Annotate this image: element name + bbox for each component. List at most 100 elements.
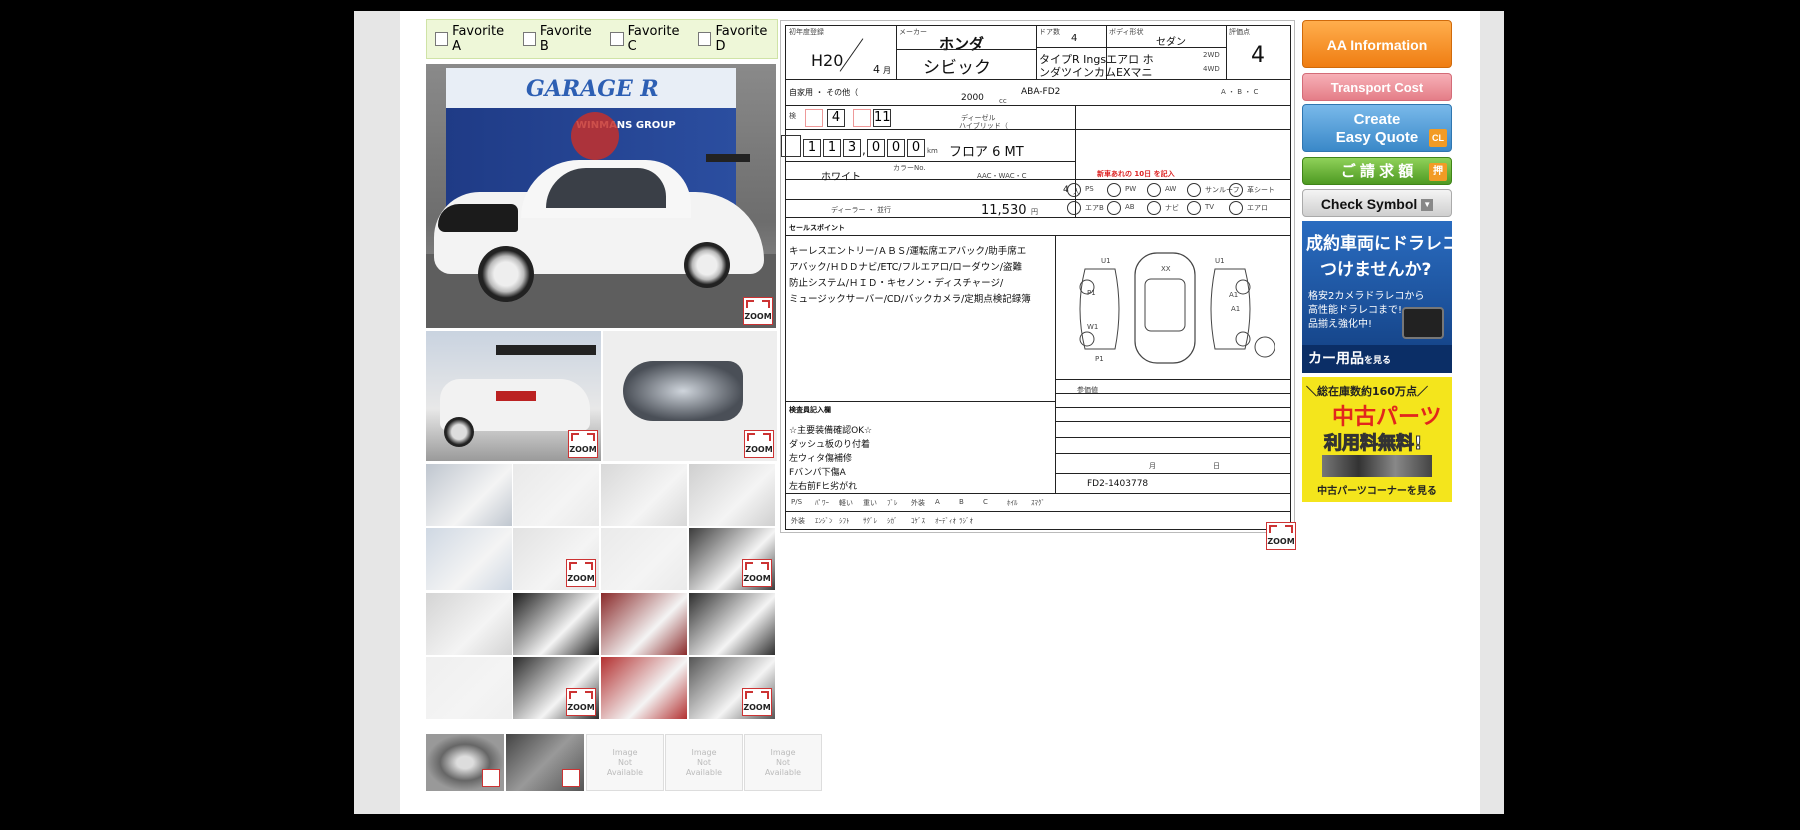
price: 11,530 xyxy=(981,203,1027,218)
create-easy-quote-button[interactable]: Create Easy Quote CL xyxy=(1302,104,1452,152)
photo-thumbnail[interactable] xyxy=(426,464,512,526)
parts-stock-text: ＼総在庫数約160万点／ xyxy=(1306,385,1428,398)
aa-information-button[interactable]: AA Information xyxy=(1302,20,1452,68)
color: ホワイト xyxy=(821,172,861,183)
photo-thumbnail[interactable]: ZOOM xyxy=(689,657,775,719)
photo-thumbnail[interactable] xyxy=(601,657,687,719)
zoom-icon[interactable]: ZOOM xyxy=(566,559,596,587)
shift-type: フロア 6 MT xyxy=(949,145,1024,160)
parts-free-text: 利用料無料! xyxy=(1323,433,1423,455)
equipment-check-icon xyxy=(1107,201,1121,215)
inspection-box xyxy=(853,109,871,127)
usage: 自家用 ・ その他（ xyxy=(789,88,859,97)
zoom-icon[interactable]: ZOOM xyxy=(744,430,774,458)
new-car-note: 新車あれの 10日 を記入 xyxy=(1097,170,1175,178)
dashcam-footer: カー用品を見る xyxy=(1302,345,1452,373)
zoom-icon[interactable]: ZOOM xyxy=(742,559,772,587)
photo-thumbnail[interactable] xyxy=(689,593,775,655)
inspection-day: 11 xyxy=(873,109,891,127)
bottom-check-label: 軽い xyxy=(839,499,853,507)
photo-thumbnail[interactable] xyxy=(513,464,599,526)
photo-thumbnail[interactable]: ZOOM xyxy=(513,528,599,590)
zoom-icon[interactable] xyxy=(482,769,500,787)
dashcam-banner[interactable]: 成約車両にドラレコ つけませんか? 格安2カメラドラレコから 高性能ドラレコまで… xyxy=(1302,221,1452,373)
zoom-icon[interactable]: ZOOM xyxy=(743,297,773,325)
favorite-label: Favorite A xyxy=(452,24,505,54)
favorite-b-toggle[interactable]: Favorite B xyxy=(522,24,601,54)
photo-rear-wing[interactable]: ZOOM xyxy=(426,331,601,461)
photo-thumbnail[interactable] xyxy=(513,593,599,655)
photo-engine[interactable] xyxy=(506,734,584,791)
main-car-photo[interactable]: GARAGE R WINMANS GROUP ZOOM xyxy=(426,64,776,328)
photo-thumbnail[interactable] xyxy=(601,464,687,526)
bottom-check-label: ﾎｲﾙ xyxy=(1007,499,1018,507)
photo-thumbnail[interactable]: ZOOM xyxy=(689,528,775,590)
equipment-label: PS xyxy=(1085,185,1094,193)
bottom-check-label: P/S xyxy=(791,498,803,506)
photo-thumbnail[interactable]: ZOOM xyxy=(513,657,599,719)
hybrid: ハイブリッド（ xyxy=(959,122,1008,130)
favorite-c-toggle[interactable]: Favorite C xyxy=(610,24,688,54)
sales-point-line: 防止システム/ＨＩＤ・キセノン・ディスチャージ/ xyxy=(789,278,1004,289)
quote-badge-icon: CL xyxy=(1429,129,1447,147)
red-logo xyxy=(571,112,619,160)
checkbox[interactable] xyxy=(435,32,449,46)
photo-headlight[interactable]: ZOOM xyxy=(603,331,777,461)
used-parts-banner[interactable]: ＼総在庫数約160万点／ 中古パーツ 利用料無料! 中古パーツコーナーを見る xyxy=(1302,377,1452,502)
check-symbol-button[interactable]: Check Symbol ▼ xyxy=(1302,189,1452,217)
day-label: 日 xyxy=(1213,462,1220,470)
bottom-check-label: A xyxy=(935,498,940,506)
damage-mark: P1 xyxy=(1095,355,1104,363)
bottom-check-label: 外装 xyxy=(791,517,805,525)
equipment-label: ナビ xyxy=(1165,204,1179,212)
photo-thumbnail[interactable] xyxy=(601,593,687,655)
doors-label: ドア数 xyxy=(1039,28,1060,36)
image-not-available: Image Not Available xyxy=(586,734,664,791)
parts-image-icon xyxy=(1322,455,1432,477)
photo-thumbnail[interactable] xyxy=(426,593,512,655)
equipment-label: PW xyxy=(1125,185,1137,193)
photo-thumbnail[interactable] xyxy=(689,464,775,526)
checkbox[interactable] xyxy=(522,32,536,46)
sales-point-line: ミュージックサーバー/CD/バックカメラ/定期点検記録簿 xyxy=(789,294,1031,305)
mileage-digit: 3 xyxy=(843,139,861,157)
checkbox[interactable] xyxy=(610,32,624,46)
body-type: セダン xyxy=(1156,37,1186,48)
inspector-note-line: Fバンパ下傷A xyxy=(789,468,846,478)
garage-sign-text: GARAGE R xyxy=(526,76,659,102)
favorite-d-toggle[interactable]: Favorite D xyxy=(698,24,777,54)
zoom-icon[interactable]: ZOOM xyxy=(568,430,598,458)
photo-thumbnail[interactable] xyxy=(426,528,512,590)
zoom-icon[interactable]: ZOOM xyxy=(1266,522,1296,550)
image-not-available: Image Not Available xyxy=(665,734,743,791)
favorite-a-toggle[interactable]: Favorite A xyxy=(435,24,513,54)
bottom-check-label: 外装 xyxy=(911,499,925,507)
score-label: 評価点 xyxy=(1229,28,1250,36)
zoom-icon[interactable]: ZOOM xyxy=(566,688,596,716)
era-year: H20 xyxy=(811,51,844,70)
photo-thumbnail[interactable] xyxy=(426,657,512,719)
bottom-check-label: ﾊﾟﾜｰ xyxy=(815,499,829,507)
inspection-month: 4 xyxy=(827,109,845,127)
photo-thumbnail[interactable] xyxy=(601,528,687,590)
equipment-check-icon xyxy=(1187,183,1201,197)
equipment-check-icon xyxy=(1107,183,1121,197)
wing xyxy=(496,345,596,355)
invoice-amount-button[interactable]: ご 請 求 額 押 xyxy=(1302,157,1452,185)
check-symbol-label: Check Symbol xyxy=(1320,196,1418,212)
inspector-note-line: ダッシュ板のり付着 xyxy=(789,440,871,450)
bottom-check-label: ｽﾏｸﾞ xyxy=(1031,499,1045,507)
auction-sheet[interactable]: 初年度登録 H20 4 月 メーカー ホンダ シビック ドア数 4 ボディ形状 … xyxy=(780,20,1296,550)
invoice-badge-icon: 押 xyxy=(1429,163,1447,181)
favorites-bar: Favorite A Favorite B Favorite C Favorit… xyxy=(426,19,778,59)
zoom-icon[interactable]: ZOOM xyxy=(742,688,772,716)
transport-cost-button[interactable]: Transport Cost xyxy=(1302,73,1452,101)
dashcam-text-2: 高性能ドラレコまで! xyxy=(1308,305,1403,316)
checkbox[interactable] xyxy=(698,32,712,46)
bottom-check-label: ｺｹﾞｽ xyxy=(911,517,925,525)
photo-exhaust[interactable] xyxy=(426,734,504,791)
zoom-icon[interactable] xyxy=(562,769,580,787)
reference-label: 参価値 xyxy=(1077,386,1098,394)
wheel xyxy=(444,417,474,447)
car-wing xyxy=(706,154,750,162)
